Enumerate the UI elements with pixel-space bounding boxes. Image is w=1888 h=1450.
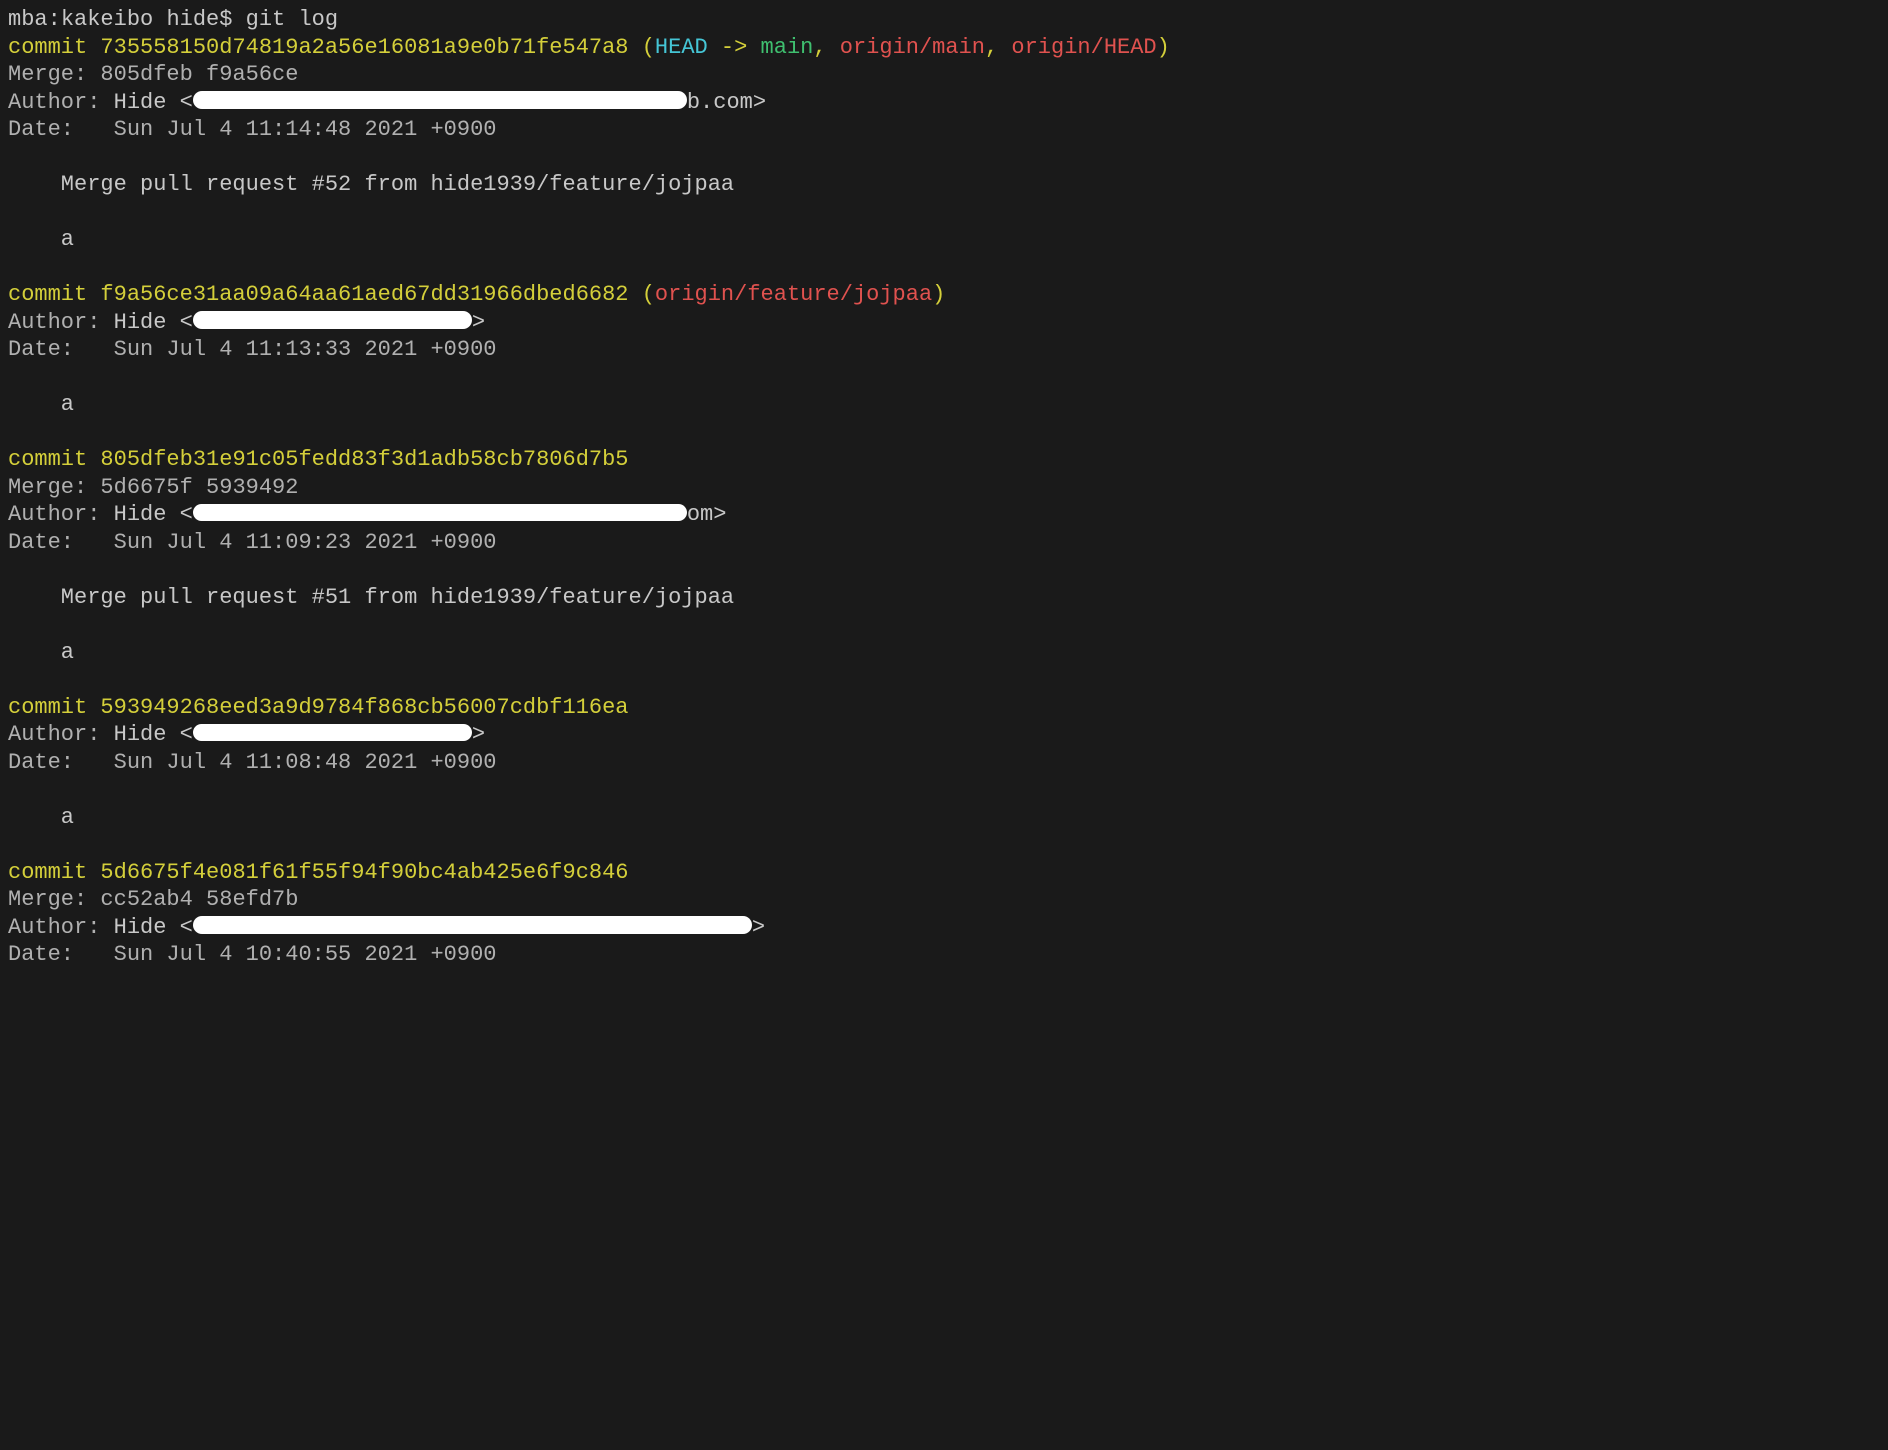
author-tail: > [472, 722, 485, 747]
redaction-icon [193, 311, 472, 328]
redaction-icon [193, 91, 687, 108]
author-label: Author: [8, 310, 114, 335]
refs-open: ( [629, 282, 655, 307]
refs-close: ) [932, 282, 945, 307]
prompt-symbol: $ [219, 7, 232, 32]
commit-label: commit [8, 860, 87, 885]
author-name: Hide [114, 90, 180, 115]
merge-label: Merge: [8, 887, 100, 912]
author-name: Hide [114, 310, 180, 335]
date-value: Sun Jul 4 11:09:23 2021 +0900 [114, 530, 497, 555]
date-label: Date: [8, 750, 114, 775]
author-name: Hide [114, 915, 180, 940]
author-tail: om> [687, 502, 727, 527]
commit-body: a [8, 805, 74, 830]
author-tail: > [472, 310, 485, 335]
commit-hash: f9a56ce31aa09a64aa61aed67dd31966dbed6682 [100, 282, 628, 307]
prompt-path: kakeibo [61, 7, 153, 32]
refs-close: ) [1157, 35, 1170, 60]
author-label: Author: [8, 502, 114, 527]
commit-hash: 735558150d74819a2a56e16081a9e0b71fe547a8 [100, 35, 628, 60]
commit-body: a [8, 392, 74, 417]
author-label: Author: [8, 722, 114, 747]
author-label: Author: [8, 90, 114, 115]
commit-label: commit [8, 35, 87, 60]
command: git log [246, 7, 338, 32]
commit-label: commit [8, 282, 87, 307]
redaction-icon [193, 504, 687, 521]
date-label: Date: [8, 117, 114, 142]
author-tail: > [752, 915, 765, 940]
date-label: Date: [8, 530, 114, 555]
merge-label: Merge: [8, 62, 100, 87]
date-value: Sun Jul 4 11:14:48 2021 +0900 [114, 117, 497, 142]
ref-arrow: -> [708, 35, 761, 60]
author-label: Author: [8, 915, 114, 940]
commit-hash: 805dfeb31e91c05fedd83f3d1adb58cb7806d7b5 [100, 447, 628, 472]
commit-body: a [8, 640, 74, 665]
merge-label: Merge: [8, 475, 100, 500]
prompt-sep: : [48, 7, 61, 32]
author-open-bracket: < [180, 915, 193, 940]
commit-label: commit [8, 447, 87, 472]
ref-remote: origin/feature/jojpaa [655, 282, 932, 307]
author-name: Hide [114, 502, 180, 527]
author-open-bracket: < [180, 502, 193, 527]
commit-hash: 593949268eed3a9d9784f868cb56007cdbf116ea [100, 695, 628, 720]
date-value: Sun Jul 4 11:08:48 2021 +0900 [114, 750, 497, 775]
date-label: Date: [8, 942, 114, 967]
merge-value: cc52ab4 58efd7b [100, 887, 298, 912]
ref-head: HEAD [655, 35, 708, 60]
merge-value: 5d6675f 5939492 [100, 475, 298, 500]
author-tail: b.com> [687, 90, 766, 115]
date-value: Sun Jul 4 10:40:55 2021 +0900 [114, 942, 497, 967]
author-open-bracket: < [180, 90, 193, 115]
ref-remote: origin/main [840, 35, 985, 60]
refs-open: ( [629, 35, 655, 60]
author-open-bracket: < [180, 310, 193, 335]
ref-sep: , [985, 35, 1011, 60]
date-value: Sun Jul 4 11:13:33 2021 +0900 [114, 337, 497, 362]
prompt-user: hide [166, 7, 219, 32]
date-label: Date: [8, 337, 114, 362]
author-open-bracket: < [180, 722, 193, 747]
commit-body: Merge pull request #52 from hide1939/fea… [8, 172, 734, 197]
ref-remote: origin/HEAD [1011, 35, 1156, 60]
commit-body: a [8, 227, 74, 252]
ref-main: main [761, 35, 814, 60]
redaction-icon [193, 724, 472, 741]
prompt-host: mba [8, 7, 48, 32]
merge-value: 805dfeb f9a56ce [100, 62, 298, 87]
commit-hash: 5d6675f4e081f61f55f94f90bc4ab425e6f9c846 [100, 860, 628, 885]
author-name: Hide [114, 722, 180, 747]
terminal-output[interactable]: mba:kakeibo hide$ git log commit 7355581… [0, 0, 1888, 975]
commit-body: Merge pull request #51 from hide1939/fea… [8, 585, 734, 610]
commit-label: commit [8, 695, 87, 720]
redaction-icon [193, 916, 752, 933]
ref-sep: , [813, 35, 839, 60]
